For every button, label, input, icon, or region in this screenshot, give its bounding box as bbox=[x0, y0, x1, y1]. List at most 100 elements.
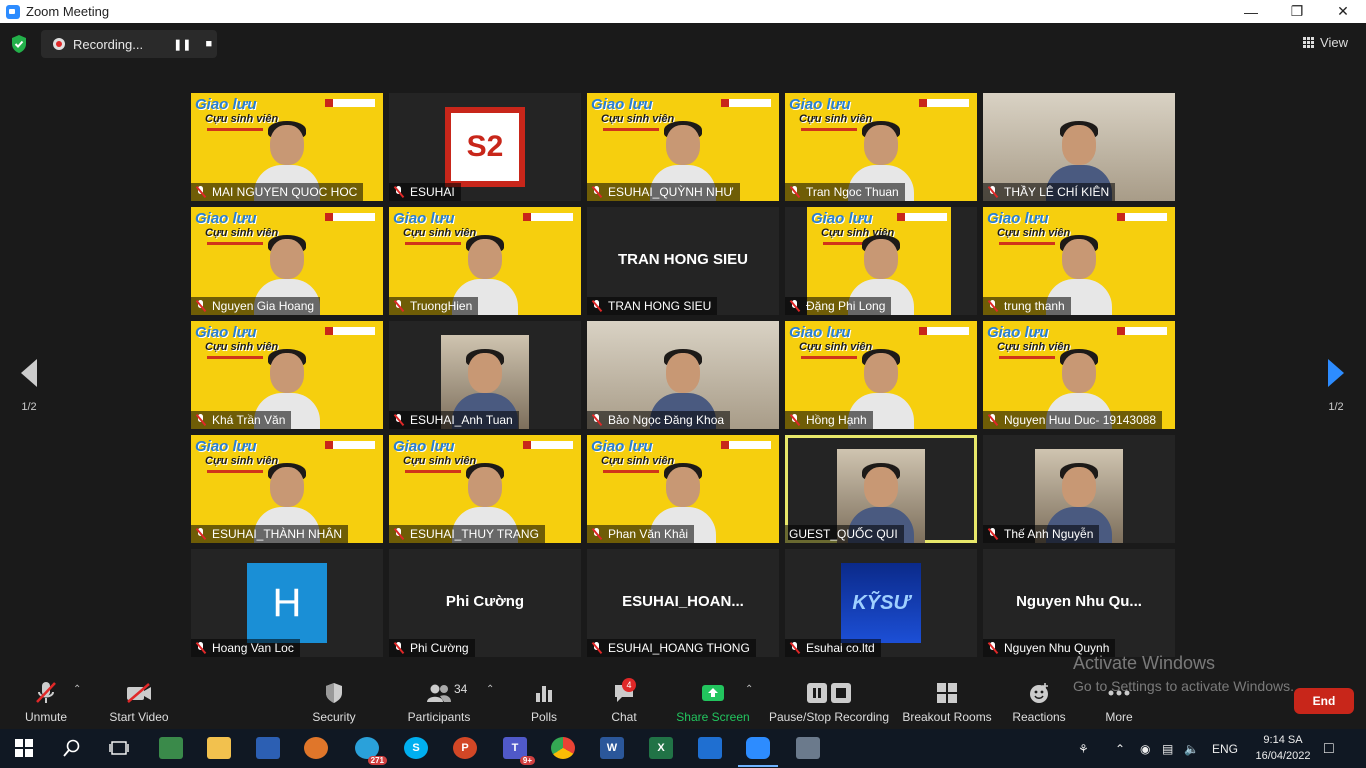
esuhai-logo-strip bbox=[523, 213, 573, 221]
participant-name-label: ESUHAI_THUY TRANG bbox=[389, 525, 545, 543]
end-meeting-button[interactable]: End bbox=[1294, 688, 1354, 714]
unmute-button[interactable]: Unmute bbox=[18, 680, 74, 724]
share-caret-icon[interactable]: ⌃ bbox=[745, 684, 753, 695]
participant-tile[interactable]: S2 ESUHAI bbox=[389, 93, 581, 201]
next-page-button[interactable]: 1/2 bbox=[1321, 359, 1351, 413]
participant-tile[interactable]: Giao lưu Cựu sinh viên Nguyen Huu Duc- 191… bbox=[983, 321, 1175, 429]
excel-icon[interactable]: X bbox=[649, 737, 673, 759]
minimize-button[interactable]: — bbox=[1228, 0, 1274, 23]
network-icon[interactable]: ▤ bbox=[1162, 729, 1173, 768]
chrome-icon[interactable] bbox=[551, 737, 575, 759]
media-player-icon[interactable] bbox=[304, 737, 328, 759]
recording-dot-icon bbox=[53, 38, 65, 50]
volume-icon[interactable]: 🔈 bbox=[1184, 729, 1199, 768]
participant-tile[interactable]: Giao lưu Cựu sinh viên MAI NGUYEN QUOC HOC bbox=[191, 93, 383, 201]
participant-name-label: Phan Văn Khải bbox=[587, 525, 695, 543]
participant-name: Khá Trần Văn bbox=[212, 413, 286, 427]
mic-muted-icon bbox=[393, 300, 404, 312]
participant-name: Bảo Ngọc Đăng Khoa bbox=[608, 413, 725, 427]
participant-name-label: trung thanh bbox=[983, 297, 1071, 315]
system-clock[interactable]: 9:14 SA 16/04/2022 bbox=[1250, 732, 1316, 764]
pause-stop-recording-button[interactable]: Pause/Stop Recording bbox=[768, 680, 890, 724]
participant-tile[interactable]: THẦY LÊ CHÍ KIÊN bbox=[983, 93, 1175, 201]
participant-tile[interactable]: TRAN HONG SIEU TRAN HONG SIEU bbox=[587, 207, 779, 315]
tray-expand-icon[interactable]: ⌃ bbox=[1115, 729, 1125, 768]
close-button[interactable]: ✕ bbox=[1320, 0, 1366, 23]
reactions-smiley-icon bbox=[1010, 680, 1068, 706]
reactions-button[interactable]: Reactions bbox=[1010, 680, 1068, 724]
calculator-icon[interactable] bbox=[796, 737, 820, 759]
polls-button[interactable]: Polls bbox=[520, 680, 568, 724]
participant-name: Đặng Phi Long bbox=[806, 299, 886, 313]
powerpoint-icon[interactable]: P bbox=[453, 737, 477, 759]
share-screen-button[interactable]: Share Screen bbox=[675, 680, 751, 724]
skype-icon[interactable]: S bbox=[404, 737, 428, 759]
participant-tile[interactable]: KỸSƯ Esuhai co.ltd bbox=[785, 549, 977, 657]
participant-name-label: Phi Cường bbox=[389, 639, 475, 657]
view-button[interactable]: View bbox=[1303, 35, 1348, 50]
participant-tile[interactable]: Giao lưu Cựu sinh viên ESUHAI_THUY TRANG bbox=[389, 435, 581, 543]
language-indicator[interactable]: ENG bbox=[1212, 729, 1238, 768]
unmute-label: Unmute bbox=[24, 710, 68, 724]
participant-tile[interactable]: Thế Anh Nguyễn bbox=[983, 435, 1175, 543]
security-button[interactable]: Security bbox=[306, 680, 362, 724]
people-icon[interactable]: ⚘ bbox=[1078, 729, 1089, 768]
participant-tile[interactable]: Giao lưu Cựu sinh viên ESUHAI_QUỲNH NHƯ bbox=[587, 93, 779, 201]
security-tray-icon[interactable]: ◉ bbox=[1140, 729, 1150, 768]
esuhai-logo-strip bbox=[523, 441, 573, 449]
participant-display-name: TRAN HONG SIEU bbox=[617, 251, 748, 268]
pause-stop-icon bbox=[768, 680, 890, 706]
encryption-shield-icon[interactable] bbox=[10, 34, 28, 54]
page-indicator-left: 1/2 bbox=[21, 401, 37, 413]
windows-start-icon[interactable] bbox=[12, 737, 36, 759]
notes-app-icon[interactable] bbox=[256, 737, 280, 759]
participant-tile[interactable]: Giao lưu Cựu sinh viên Đặng Phi Long bbox=[785, 207, 977, 315]
esuhai-logo-strip bbox=[919, 99, 969, 107]
telegram-icon[interactable]: 271 bbox=[355, 737, 387, 765]
esuhai-logo-strip bbox=[919, 327, 969, 335]
participant-tile[interactable]: Giao lưu Cựu sinh viên Hồng Hạnh bbox=[785, 321, 977, 429]
participant-tile[interactable]: Phi Cường Phi Cường bbox=[389, 549, 581, 657]
participant-tile[interactable]: Nguyen Nhu Qu... Nguyen Nhu Quynh bbox=[983, 549, 1175, 657]
participant-name-label: ESUHAI_HOANG THONG bbox=[587, 639, 756, 657]
participant-tile[interactable]: Giao lưu Cựu sinh viên Khá Trần Văn bbox=[191, 321, 383, 429]
breakout-rooms-button[interactable]: Breakout Rooms bbox=[902, 680, 992, 724]
participant-tile[interactable]: Giao lưu Cựu sinh viên Tran Ngoc Thuan bbox=[785, 93, 977, 201]
calculator-app-icon[interactable] bbox=[698, 737, 722, 759]
file-manager-app-icon[interactable] bbox=[159, 737, 183, 759]
participant-name: trung thanh bbox=[1004, 299, 1065, 313]
participant-tile[interactable]: Giao lưu Cựu sinh viên trung thanh bbox=[983, 207, 1175, 315]
teams-icon[interactable]: T 9+ bbox=[503, 737, 535, 765]
audio-options-caret-icon[interactable]: ⌃ bbox=[73, 684, 81, 695]
pause-recording-icon[interactable]: ❚❚ bbox=[173, 38, 191, 51]
prev-page-button[interactable]: 1/2 bbox=[14, 359, 44, 413]
participant-tile[interactable]: Giao lưu Cựu sinh viên TruongHien bbox=[389, 207, 581, 315]
participant-tile[interactable]: ESUHAI_Anh Tuan bbox=[389, 321, 581, 429]
notifications-icon[interactable]: □ bbox=[1324, 729, 1334, 768]
search-icon[interactable] bbox=[60, 737, 84, 759]
activate-windows-title: Activate Windows bbox=[1073, 653, 1216, 673]
restore-button[interactable]: ❐ bbox=[1274, 0, 1320, 23]
file-explorer-icon[interactable] bbox=[207, 737, 231, 759]
participant-tile[interactable]: GUEST_QUỐC QUI bbox=[785, 435, 977, 543]
task-view-icon[interactable] bbox=[107, 737, 131, 759]
word-icon[interactable]: W bbox=[600, 737, 624, 759]
chat-button[interactable]: 4 Chat bbox=[600, 678, 648, 724]
participant-tile[interactable]: Giao lưu Cựu sinh viên Phan Văn Khải bbox=[587, 435, 779, 543]
mic-muted-icon bbox=[591, 528, 602, 540]
mic-muted-icon bbox=[18, 680, 74, 706]
mic-muted-icon bbox=[195, 642, 206, 654]
start-video-button[interactable]: Start Video bbox=[104, 680, 174, 724]
participant-tile[interactable]: H Hoang Van Loc bbox=[191, 549, 383, 657]
participant-tile[interactable]: Giao lưu Cựu sinh viên ESUHAI_THÀNH NHÂN bbox=[191, 435, 383, 543]
participant-name: TruongHien bbox=[410, 299, 473, 313]
participant-tile[interactable]: Giao lưu Cựu sinh viên Nguyen Gia Hoang bbox=[191, 207, 383, 315]
participant-tile[interactable]: ESUHAI_HOAN... ESUHAI_HOANG THONG bbox=[587, 549, 779, 657]
participant-name-label: ESUHAI_Anh Tuan bbox=[389, 411, 519, 429]
stop-recording-icon[interactable]: ■ bbox=[206, 38, 213, 50]
participants-caret-icon[interactable]: ⌃ bbox=[486, 684, 494, 695]
participant-tile[interactable]: Bảo Ngọc Đăng Khoa bbox=[587, 321, 779, 429]
windows-taskbar: 271 S P T 9+ W X ⚘ ⌃ ◉ ▤ 🔈 ENG 9:14 SA 1… bbox=[0, 729, 1366, 768]
zoom-taskbar-icon[interactable] bbox=[738, 737, 778, 767]
participants-button[interactable]: 34 Participants bbox=[404, 680, 474, 724]
